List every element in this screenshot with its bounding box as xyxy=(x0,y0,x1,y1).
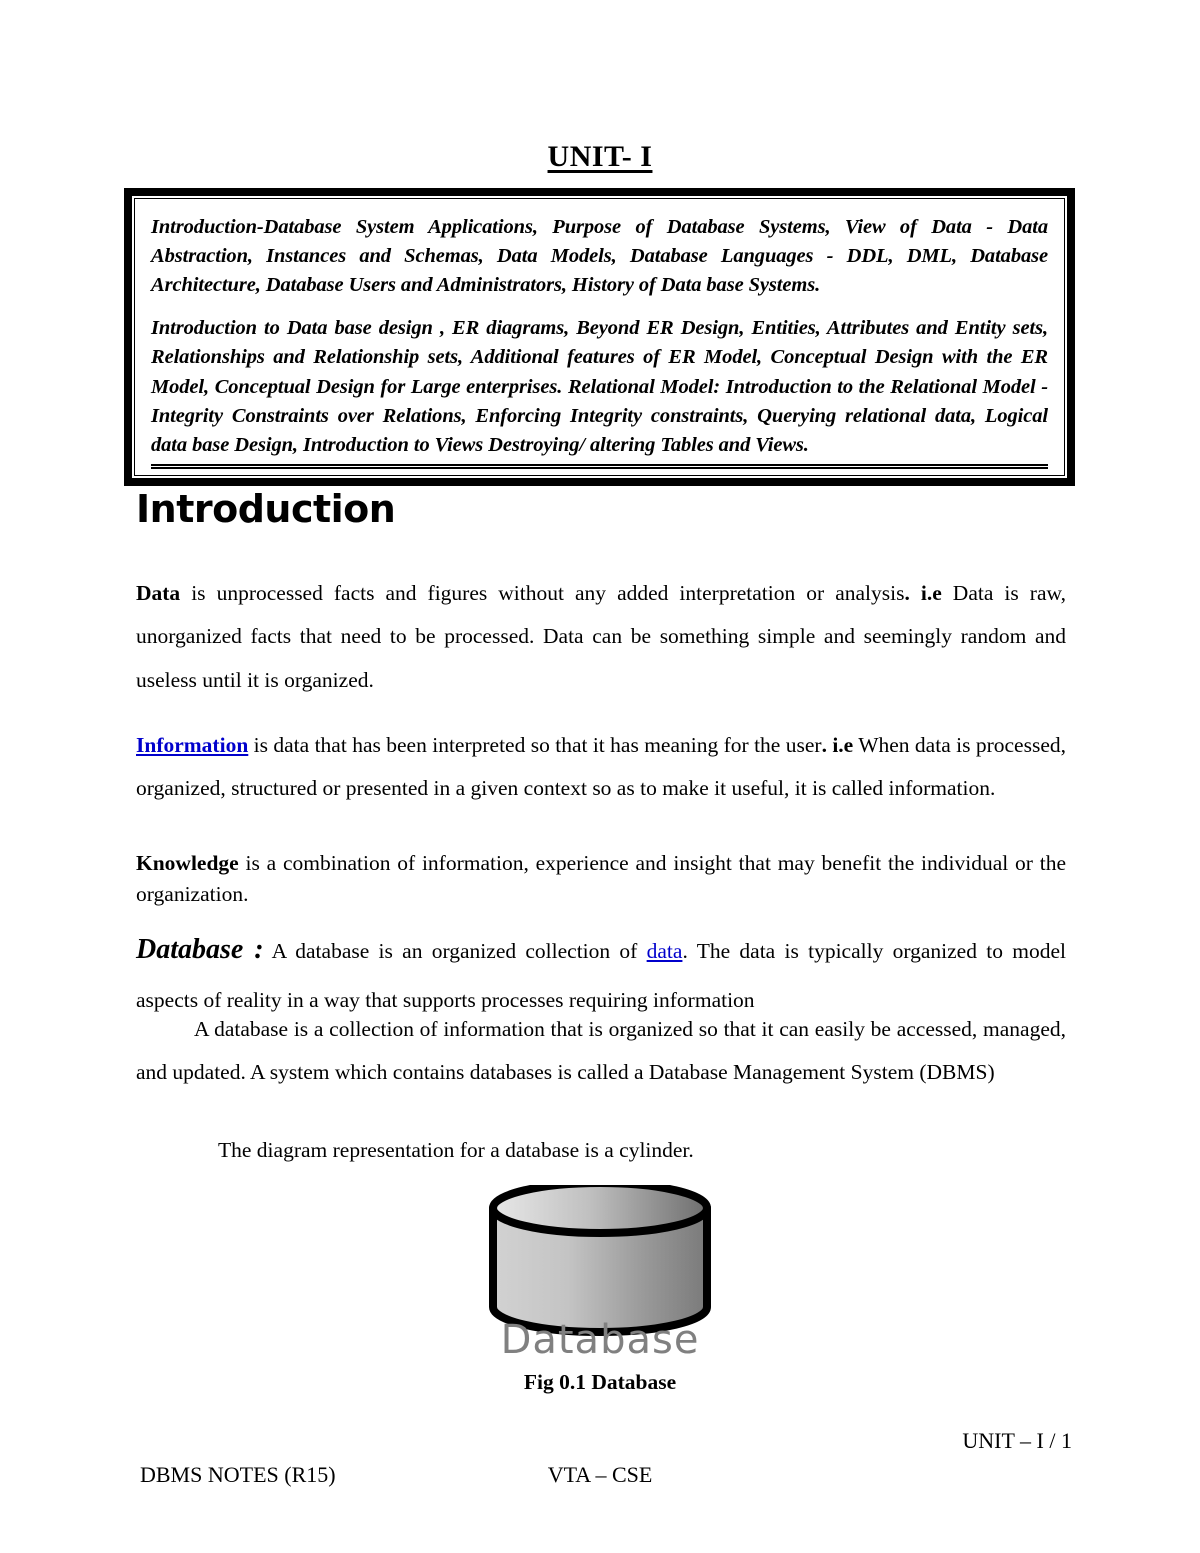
document-page: UNIT- I Introduction-Database System App… xyxy=(0,0,1200,1553)
term-knowledge: Knowledge xyxy=(136,851,239,875)
section-heading-introduction: Introduction xyxy=(136,487,396,531)
syllabus-bottom-rule xyxy=(151,463,1048,469)
syllabus-paragraph-2: Introduction to Data base design , ER di… xyxy=(151,317,1048,456)
paragraph-information-text-1: is data that has been interpreted so tha… xyxy=(248,733,822,757)
data-link[interactable]: data xyxy=(647,939,683,963)
syllabus-box-inner: Introduction-Database System Application… xyxy=(134,198,1065,476)
term-data: Data xyxy=(136,581,181,605)
database-cylinder-icon: Database xyxy=(489,1185,711,1360)
figure-database-cylinder: Database xyxy=(0,1185,1200,1360)
figure-caption: Fig 0.1 Database xyxy=(523,1370,677,1394)
paragraph-database-2: A database is a collection of informatio… xyxy=(136,1008,1066,1095)
paragraph-database-text-1: A database is an organized collection of xyxy=(263,939,647,963)
paragraph-knowledge: Knowledge is a combination of informatio… xyxy=(136,848,1066,909)
paragraph-data-text-1: is unprocessed facts and figures without… xyxy=(180,581,905,605)
diagram-intro-text: The diagram representation for a databas… xyxy=(218,1138,694,1162)
paragraph-data: Data is unprocessed facts and figures wi… xyxy=(136,572,1066,702)
paragraph-database: Database : A database is an organized co… xyxy=(136,922,1066,1022)
syllabus-box: Introduction-Database System Application… xyxy=(124,188,1075,486)
footer-left-text: DBMS NOTES (R15) xyxy=(140,1462,336,1487)
term-database: Database : xyxy=(136,934,264,965)
paragraph-data-ie: i.e xyxy=(909,581,942,605)
paragraph-information-ie: i.e xyxy=(826,733,854,757)
paragraph-database-2-text: A database is a collection of informatio… xyxy=(136,1017,1066,1085)
footer-page-marker: UNIT – I / 1 xyxy=(962,1428,1072,1453)
paragraph-knowledge-text: is a combination of information, experie… xyxy=(136,851,1066,906)
paragraph-diagram-intro: The diagram representation for a databas… xyxy=(136,1135,1066,1166)
paragraph-information: Information is data that has been interp… xyxy=(136,724,1066,811)
unit-title: UNIT- I xyxy=(547,140,653,173)
syllabus-paragraph-1: Introduction-Database System Application… xyxy=(151,216,1048,297)
footer-center-text: VTA – CSE xyxy=(547,1462,653,1487)
cylinder-label: Database xyxy=(501,1317,700,1360)
information-link[interactable]: Information xyxy=(136,733,248,757)
